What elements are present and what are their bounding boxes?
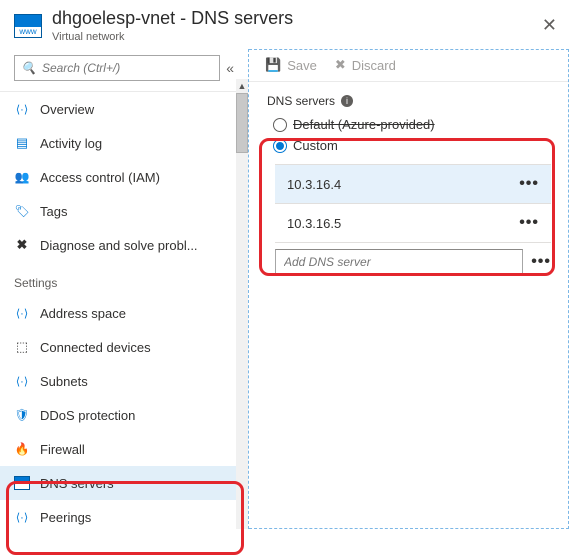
discard-icon: ✖ (335, 57, 346, 73)
save-icon: 💾 (265, 57, 281, 73)
discard-label: Discard (352, 58, 396, 73)
iam-icon (14, 169, 30, 185)
radio-icon (273, 139, 287, 153)
sidebar-item-diagnose[interactable]: Diagnose and solve probl... (0, 228, 248, 262)
save-button[interactable]: 💾 Save (265, 57, 317, 73)
sidebar-item-subnets[interactable]: Subnets (0, 364, 248, 398)
sidebar-item-activity-log[interactable]: Activity log (0, 126, 248, 160)
sidebar-item-tags[interactable]: Tags (0, 194, 248, 228)
discard-button[interactable]: ✖ Discard (335, 57, 396, 73)
sidebar-item-ddos[interactable]: DDoS protection (0, 398, 248, 432)
scrollbar-up-icon[interactable]: ▲ (236, 79, 248, 93)
collapse-sidebar-icon[interactable]: « (226, 60, 234, 76)
search-icon: 🔍 (21, 61, 36, 75)
sidebar-item-label: Connected devices (40, 340, 151, 355)
radio-custom-label: Custom (293, 138, 338, 153)
address-space-icon (14, 305, 30, 321)
sidebar-item-dns-servers[interactable]: DNS servers (0, 466, 248, 500)
vnet-icon (14, 14, 42, 38)
dns-server-value: 10.3.16.4 (287, 177, 341, 192)
add-dns-input[interactable] (275, 249, 523, 275)
more-icon[interactable]: ••• (519, 214, 539, 232)
save-label: Save (287, 58, 317, 73)
sidebar-item-label: Address space (40, 306, 126, 321)
scrollbar-track[interactable] (236, 93, 248, 529)
dns-server-row[interactable]: 10.3.16.4 ••• (275, 165, 551, 204)
tags-icon (14, 203, 30, 219)
info-icon[interactable]: i (341, 95, 353, 107)
diagnose-icon (14, 237, 30, 253)
radio-icon (273, 118, 287, 132)
sidebar-item-overview[interactable]: Overview (0, 92, 248, 126)
radio-default-label: Default (Azure-provided) (293, 117, 435, 132)
sidebar-item-label: Subnets (40, 374, 88, 389)
close-icon[interactable]: ✕ (542, 15, 557, 36)
dns-section-label: DNS servers (267, 94, 335, 108)
scrollbar-thumb[interactable] (236, 93, 248, 153)
subnets-icon (14, 373, 30, 389)
radio-custom[interactable]: Custom (267, 135, 551, 156)
radio-default[interactable]: Default (Azure-provided) (267, 114, 551, 135)
dns-server-row[interactable]: 10.3.16.5 ••• (275, 204, 551, 243)
sidebar-item-peerings[interactable]: Peerings (0, 500, 248, 529)
sidebar-item-label: Access control (IAM) (40, 170, 160, 185)
connected-devices-icon (14, 339, 30, 355)
dns-icon (14, 475, 30, 491)
overview-icon (14, 101, 30, 117)
sidebar-item-iam[interactable]: Access control (IAM) (0, 160, 248, 194)
sidebar-item-label: DDoS protection (40, 408, 135, 423)
sidebar-item-label: DNS servers (40, 476, 114, 491)
dns-server-value: 10.3.16.5 (287, 216, 341, 231)
sidebar-item-address-space[interactable]: Address space (0, 296, 248, 330)
sidebar-item-label: Diagnose and solve probl... (40, 238, 198, 253)
sidebar-item-label: Activity log (40, 136, 102, 151)
search-input[interactable]: 🔍 Search (Ctrl+/) (14, 55, 220, 81)
sidebar-item-label: Overview (40, 102, 94, 117)
more-icon[interactable]: ••• (531, 253, 551, 271)
resource-type-label: Virtual network (52, 31, 293, 43)
search-placeholder: Search (Ctrl+/) (42, 61, 120, 75)
sidebar-item-connected-devices[interactable]: Connected devices (0, 330, 248, 364)
sidebar-item-firewall[interactable]: Firewall (0, 432, 248, 466)
activity-log-icon (14, 135, 30, 151)
page-title: dhgoelesp-vnet - DNS servers (52, 8, 293, 29)
ddos-icon (14, 407, 30, 423)
sidebar-section-settings: Settings (0, 262, 248, 296)
more-icon[interactable]: ••• (519, 175, 539, 193)
firewall-icon (14, 441, 30, 457)
sidebar-item-label: Peerings (40, 510, 91, 525)
sidebar-item-label: Tags (40, 204, 67, 219)
peerings-icon (14, 509, 30, 525)
sidebar-item-label: Firewall (40, 442, 85, 457)
